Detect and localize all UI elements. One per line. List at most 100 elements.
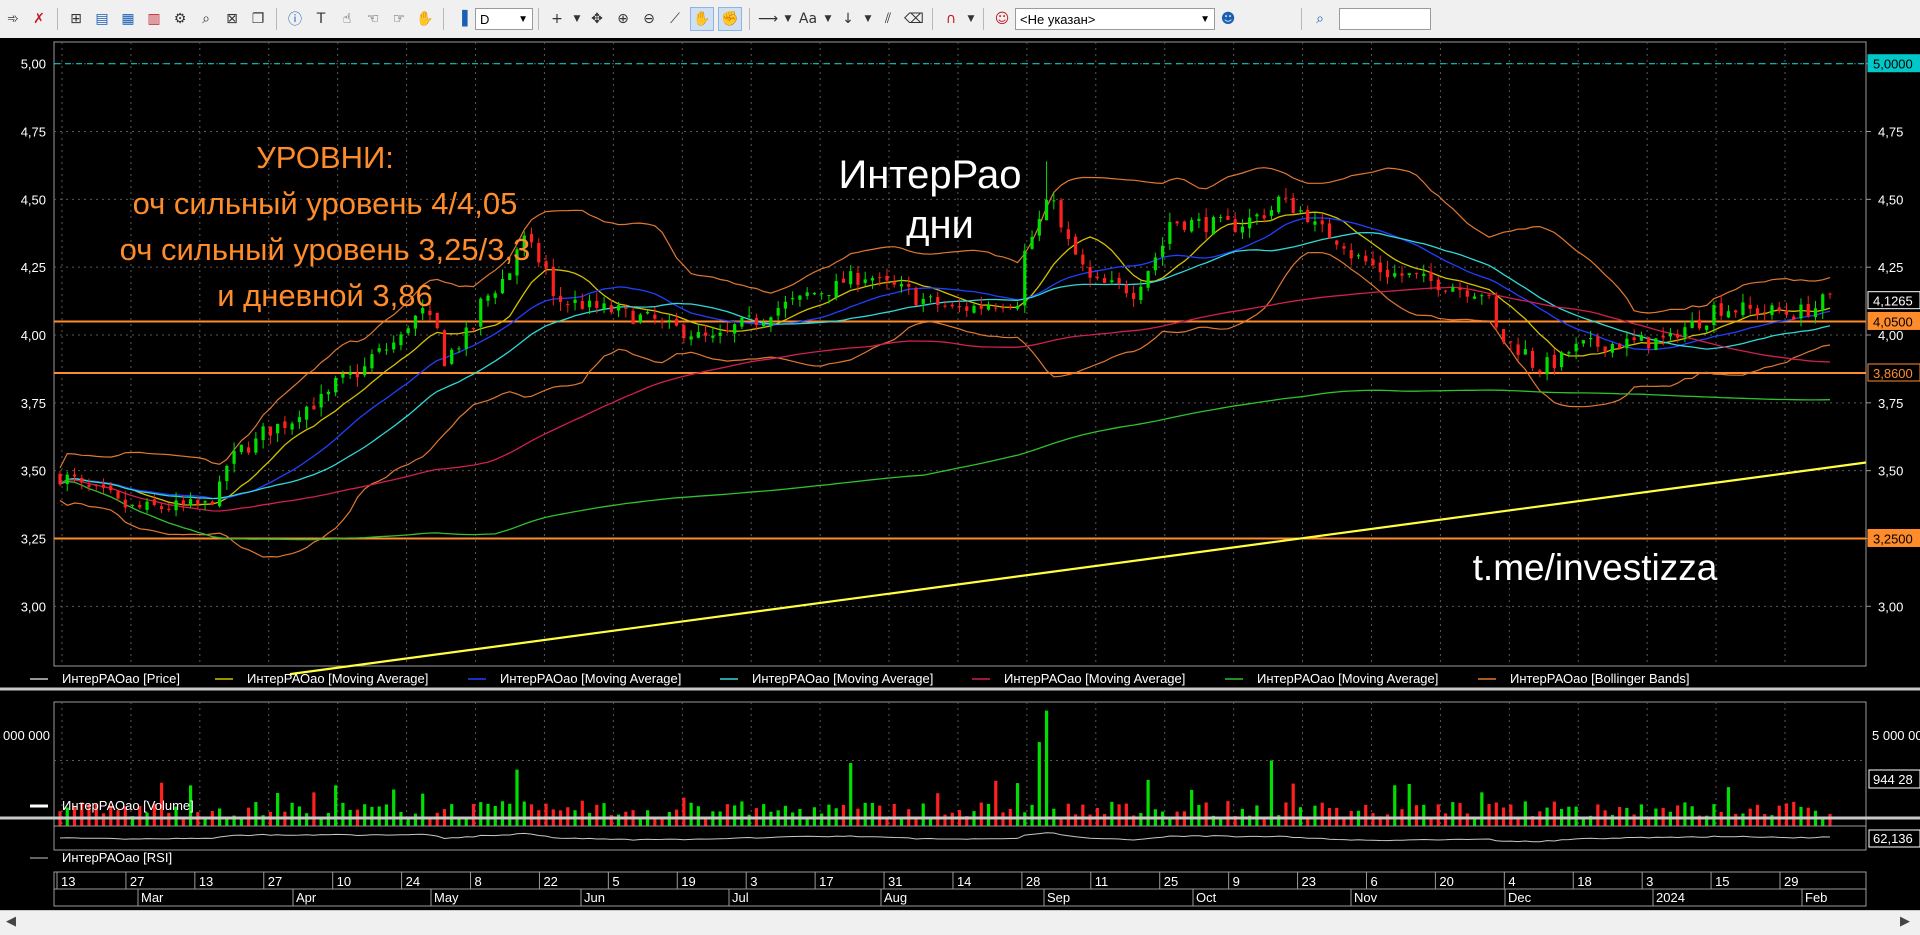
candle-body: [1777, 307, 1781, 312]
search-icon[interactable]: ⌕: [1309, 8, 1331, 30]
volume-bar: [1676, 805, 1680, 826]
legend-label: ИнтерРАОао [Bollinger Bands]: [1510, 671, 1689, 686]
scroll-right-icon[interactable]: ▶: [1900, 914, 1910, 929]
hand-group-icon[interactable]: ☞: [388, 8, 410, 30]
candle-body: [319, 393, 323, 408]
ruler-icon[interactable]: ⟋: [664, 8, 686, 30]
volume-bar: [1683, 802, 1687, 826]
settings-icon[interactable]: ⚙: [169, 8, 191, 30]
levels-line-1: оч сильный уровень 4/4,05: [133, 186, 518, 221]
chart-window-icon[interactable]: ▦: [117, 8, 139, 30]
candle-body: [1059, 200, 1063, 228]
month-label: Jul: [732, 890, 749, 905]
candle-body: [1748, 304, 1752, 309]
volume-bar: [1168, 819, 1172, 826]
volume-bar: [544, 803, 548, 826]
horizontal-scrollbar[interactable]: ◀ ▶: [0, 910, 1920, 935]
chart-area[interactable]: 5,00 4,75 4,50 4,25 4,00 3,75 3,50 3,25 3,00 5,0…: [0, 38, 1920, 910]
search-input[interactable]: [1339, 8, 1431, 30]
dropdown-arrow-icon[interactable]: ▼: [572, 8, 582, 30]
volume-bar: [682, 797, 686, 826]
volume-bar: [1632, 814, 1636, 826]
date-tick-label: 13: [199, 874, 213, 889]
month-label: Oct: [1196, 890, 1217, 905]
candle-body: [450, 349, 454, 364]
month-label: 2024: [1656, 890, 1685, 905]
hide-lines-icon[interactable]: ⫽: [877, 8, 899, 30]
arrow-tool-icon[interactable]: ➾: [2, 8, 24, 30]
candle-body: [355, 373, 360, 378]
candle-body: [1284, 197, 1288, 199]
copy-icon[interactable]: ❐: [247, 8, 269, 30]
candle-body: [1618, 343, 1622, 349]
hand-pointer-icon[interactable]: ☜: [362, 8, 384, 30]
line-tool-icon[interactable]: ⟶: [757, 8, 779, 30]
volume-bar: [820, 813, 824, 826]
dropdown-arrow-icon[interactable]: ▼: [783, 8, 793, 30]
move-icon[interactable]: ✥: [586, 8, 608, 30]
month-label: May: [434, 890, 459, 905]
volume-bar: [595, 804, 599, 826]
dropdown-arrow-icon[interactable]: ▼: [863, 8, 873, 30]
candle-body: [1813, 308, 1818, 318]
candle-body: [602, 303, 606, 310]
dropdown-arrow-icon[interactable]: ▼: [823, 8, 833, 30]
channel-link[interactable]: t.me/investizza: [1473, 547, 1718, 588]
chart-type-icon[interactable]: ▐: [451, 8, 473, 30]
date-tick-label: 9: [1233, 874, 1240, 889]
volume-bar: [914, 819, 918, 826]
close-chart-icon[interactable]: ✗: [28, 8, 50, 30]
grab-hand-icon[interactable]: ✊: [718, 7, 742, 31]
user-settings-icon[interactable]: ☻: [1217, 8, 1239, 30]
text-tool-icon[interactable]: T: [310, 8, 332, 30]
table-icon[interactable]: ▤: [91, 8, 113, 30]
candle-body: [624, 307, 628, 309]
volume-bar: [1030, 804, 1034, 826]
account-select[interactable]: <Не указан> ▼: [1015, 8, 1215, 30]
candle-body: [1240, 226, 1245, 233]
candle-body: [544, 261, 548, 269]
user-icon[interactable]: ☺: [991, 8, 1013, 30]
date-tick-label: 29: [1784, 874, 1798, 889]
candle-body: [740, 317, 744, 327]
zoom-window-icon[interactable]: ⌕: [195, 8, 217, 30]
candle-body: [791, 298, 795, 300]
volume-bar: [1509, 804, 1513, 826]
hand-tool-icon[interactable]: ☝: [336, 8, 358, 30]
candle-body: [210, 501, 214, 505]
date-tick-label: 24: [406, 874, 420, 889]
quotes-icon[interactable]: ▥: [143, 8, 165, 30]
candle-body: [457, 348, 461, 350]
delete-icon[interactable]: ⊠: [221, 8, 243, 30]
hand-open-icon[interactable]: ✋: [414, 8, 436, 30]
magnet-icon[interactable]: ∩: [940, 8, 962, 30]
date-tick-label: 3: [750, 874, 757, 889]
candle-body: [232, 450, 236, 464]
timeframe-select[interactable]: D ▼: [475, 8, 533, 30]
volume-bar: [1291, 783, 1295, 826]
arrow-down-icon[interactable]: ↓: [837, 8, 859, 30]
dropdown-arrow-icon[interactable]: ▼: [966, 8, 976, 30]
price-tag-label: 3,2500: [1873, 531, 1913, 546]
candle-body: [493, 293, 497, 298]
volume-bar: [1690, 806, 1694, 826]
candle-body: [1306, 209, 1310, 223]
candle-body: [595, 300, 599, 308]
zoom-in-icon[interactable]: ⊕: [612, 8, 634, 30]
volume-bar: [1371, 813, 1375, 826]
candle-body: [1509, 341, 1513, 343]
volume-bar: [827, 804, 831, 826]
candle-body: [123, 499, 127, 508]
zoom-out-icon[interactable]: ⊖: [638, 8, 660, 30]
pan-hand-icon[interactable]: ✋: [690, 7, 714, 31]
font-icon[interactable]: Aa: [797, 8, 819, 30]
volume-bar: [1139, 813, 1143, 826]
price-tag-label: 3,8600: [1873, 366, 1913, 381]
candle-body: [870, 278, 875, 281]
info-icon[interactable]: ⓘ: [284, 8, 306, 30]
new-window-icon[interactable]: ⊞: [65, 8, 87, 30]
scroll-left-icon[interactable]: ◀: [6, 914, 16, 929]
candle-body: [718, 332, 722, 336]
erase-icon[interactable]: ⌫: [903, 8, 925, 30]
crosshair-icon[interactable]: +: [546, 8, 568, 30]
